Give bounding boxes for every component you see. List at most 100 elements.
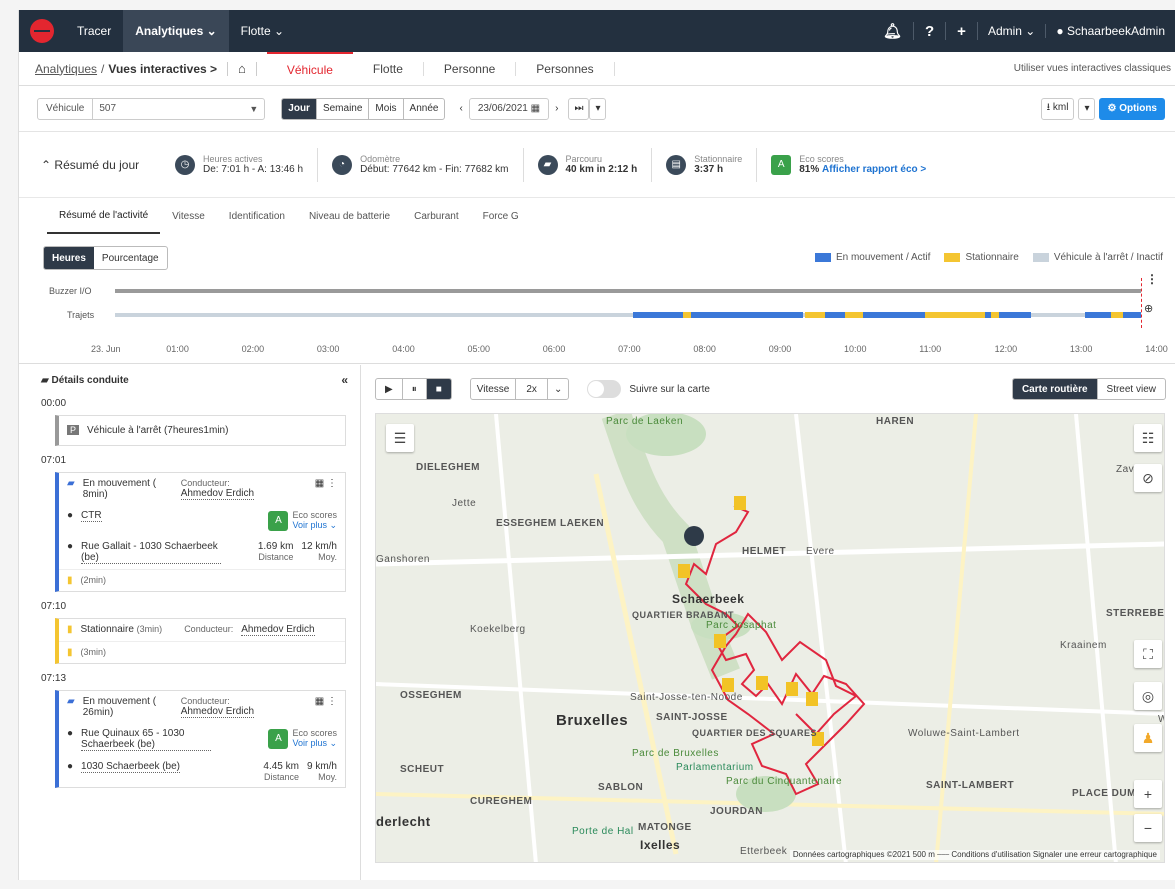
user-name: SchaarbeekAdmin — [1066, 24, 1165, 38]
home-icon[interactable]: ⌂ — [238, 61, 246, 76]
zoom-icon[interactable]: ⊕ — [1144, 302, 1153, 315]
map-label: SCHEUT — [400, 764, 445, 775]
pause-icon[interactable]: ⏸ — [403, 379, 427, 399]
period-jour[interactable]: Jour — [282, 98, 317, 119]
timeline-hour-label: 12:00 — [994, 344, 1018, 354]
map-label: HELMET — [742, 546, 787, 557]
map-label: QUARTIER DES SQUARES — [692, 728, 818, 738]
eco-more-link[interactable]: Voir plus ⌄ — [292, 520, 337, 530]
details-title: Détails conduite — [51, 374, 129, 386]
tab-identification[interactable]: Identification — [217, 198, 297, 234]
toggle-heures[interactable]: Heures — [44, 247, 94, 269]
export-kml-button[interactable]: ⭳ kml — [1040, 97, 1075, 120]
date-dropdown-icon[interactable]: ▾ — [589, 97, 607, 120]
tab-personnes[interactable]: Personnes — [516, 61, 615, 76]
road-map-button[interactable]: Carte routière — [1012, 379, 1098, 399]
map-label: HAREN — [876, 416, 915, 427]
stop-icon[interactable]: ■ — [426, 379, 451, 399]
block-icon[interactable]: ⊘ — [1134, 464, 1162, 492]
skip-end-icon[interactable]: ⏭ — [568, 97, 590, 120]
tab-battery[interactable]: Niveau de batterie — [297, 198, 402, 234]
breadcrumb-root[interactable]: Analytiques — [35, 62, 97, 76]
follow-toggle[interactable] — [587, 380, 622, 398]
event-card-moving[interactable]: ▰ En mouvement ( 8min) Conducteur: Ahmedo… — [55, 472, 346, 592]
driver-name[interactable]: Ahmedov Erdich — [241, 624, 315, 636]
period-annee[interactable]: Année — [404, 99, 445, 119]
menu-icon[interactable]: ☰ — [386, 424, 414, 452]
event-card-parked[interactable]: ▮ Stationnaire (3min) Conducteur: Ahmedov E… — [55, 618, 346, 664]
tab-gforce[interactable]: Force G — [471, 198, 531, 234]
map-icon[interactable]: ▦ ⋮ — [315, 696, 337, 707]
driver-name[interactable]: Ahmedov Erdich — [180, 488, 255, 500]
timeline-hour-label: 07:00 — [618, 344, 641, 354]
admin-menu[interactable]: Admin ⌄ — [978, 24, 1047, 38]
period-semaine[interactable]: Semaine — [317, 98, 370, 119]
pegman-icon[interactable]: ♟ — [1134, 724, 1162, 752]
zoom-in-icon[interactable]: + — [1134, 780, 1162, 808]
user-menu[interactable]: ● SchaarbeekAdmin — [1046, 24, 1175, 38]
collapse-chevron-icon[interactable]: ⌃ — [41, 158, 51, 172]
unit-toggle: Heures Pourcentage — [43, 246, 168, 270]
map-toolbar: ▶ ⏸ ■ Vitesse 2x ⌄ Suivre sur la carte C… — [361, 365, 1175, 413]
map-label: Bruxelles — [556, 712, 629, 729]
date-picker[interactable]: 23/06/2021 ▦ — [468, 97, 550, 120]
nav-analytiques[interactable]: Analytiques ⌄ — [123, 10, 229, 52]
map-label: JOURDAN — [710, 806, 763, 817]
address[interactable]: Rue Quinaux 65 - 1030 Schaerbeek (be) — [81, 728, 212, 751]
address[interactable]: 1030 Schaerbeek (be) — [81, 761, 181, 773]
eco-report-link[interactable]: Afficher rapport éco > — [822, 164, 926, 175]
tab-vehicule[interactable]: Véhicule — [266, 51, 353, 86]
odometer-metric: ◔ Odomètre Début: 77642 km - Fin: 77682 k… — [318, 147, 524, 182]
street-view-button[interactable]: Street view — [1098, 379, 1165, 399]
map-icon[interactable]: ▦ ⋮ — [315, 478, 337, 489]
driver-name[interactable]: Ahmedov Erdich — [180, 706, 255, 718]
nav-tracer[interactable]: Tracer — [65, 10, 123, 52]
route-map[interactable]: Parc de Laeken HAREN DIELEGHEM Jette ESS… — [375, 413, 1165, 863]
locate-icon[interactable]: ◎ — [1134, 682, 1162, 710]
speed-value: 2x — [516, 379, 548, 399]
list-icon[interactable]: ☷ — [1134, 424, 1162, 452]
follow-label: Suivre sur la carte — [629, 383, 710, 395]
eco-label: Eco scores — [292, 728, 337, 738]
prev-date-icon[interactable]: ‹ — [459, 103, 462, 114]
zoom-out-icon[interactable]: − — [1134, 814, 1162, 842]
eco-more-link[interactable]: Voir plus ⌄ — [292, 738, 337, 748]
map-label: Koekelberg — [470, 624, 526, 635]
trips-track[interactable] — [115, 312, 1141, 318]
tab-personne[interactable]: Personne — [424, 61, 517, 76]
event-card-moving[interactable]: ▰ En mouvement ( 26min) Conducteur: Ahmed… — [55, 690, 346, 788]
brand-logo-icon[interactable] — [19, 10, 65, 52]
tab-activity-summary[interactable]: Résumé de l'activité — [47, 198, 161, 234]
event-card-idle[interactable]: P Véhicule à l'arrêt (7heures1min) — [55, 415, 346, 446]
bell-icon[interactable]: 🔔︎ — [872, 22, 914, 40]
collapse-panel-icon[interactable]: « — [341, 373, 360, 387]
options-button[interactable]: ⚙ Options — [1099, 97, 1165, 120]
map-label: SABLON — [598, 782, 644, 793]
timeline-hour-label: 11:00 — [919, 344, 942, 354]
plus-icon[interactable]: + — [946, 22, 978, 40]
map-label: Parlamentarium — [676, 762, 754, 773]
breadcrumb-current[interactable]: Vues interactives > — [108, 62, 217, 76]
map-label: Parc de Laeken — [606, 416, 684, 427]
tab-flotte[interactable]: Flotte — [353, 61, 424, 76]
location-ctr[interactable]: CTR — [81, 510, 102, 522]
fullscreen-icon[interactable]: ⛶ — [1134, 640, 1162, 668]
speed-select[interactable]: Vitesse 2x ⌄ — [469, 378, 570, 400]
map-label: SAINT-LAMBERT — [926, 780, 1015, 791]
tab-speed[interactable]: Vitesse — [160, 198, 217, 234]
play-icon[interactable]: ▶ — [376, 379, 403, 399]
period-mois[interactable]: Mois — [369, 98, 404, 119]
help-icon[interactable]: ? — [914, 22, 947, 40]
vehicle-select[interactable]: Véhicule 507 ▼ — [37, 97, 266, 120]
driver-label: Conducteur: — [184, 624, 234, 634]
next-date-icon[interactable]: › — [555, 103, 558, 114]
toggle-pourcentage[interactable]: Pourcentage — [94, 247, 167, 269]
export-dropdown-icon[interactable]: ▾ — [1078, 97, 1096, 120]
speed-value: 9 km/h — [306, 761, 337, 772]
classic-view-link[interactable]: Utiliser vues interactives classiques — [1014, 63, 1175, 74]
address[interactable]: Rue Gallait - 1030 Schaerbeek (be) — [81, 541, 222, 564]
map-label: CUREGHEM — [470, 796, 533, 807]
nav-flotte[interactable]: Flotte ⌄ — [229, 10, 296, 52]
tab-fuel[interactable]: Carburant — [402, 198, 470, 234]
more-vertical-icon[interactable]: ⋮ — [1146, 272, 1158, 286]
